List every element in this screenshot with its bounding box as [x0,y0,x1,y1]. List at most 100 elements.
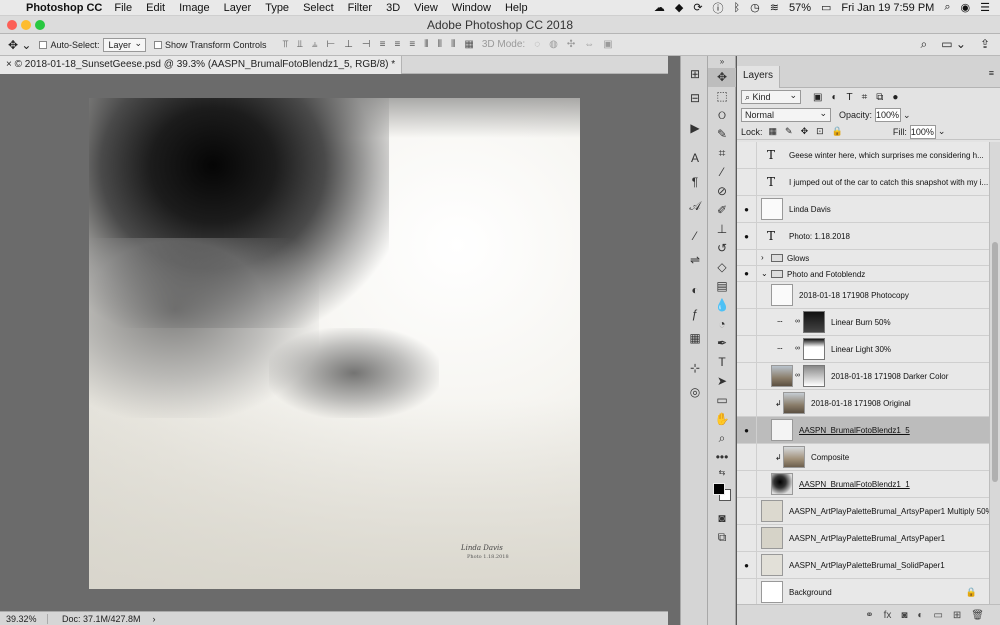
time-machine-icon[interactable]: ◷ [750,1,760,14]
tools-collapse-icon[interactable]: » [708,56,736,68]
history-brush-tool[interactable]: ↺ [708,239,736,258]
layer-row[interactable]: ⵈ ∞ Linear Light 30% [737,336,989,363]
siri-icon[interactable]: ◉ [961,1,971,14]
3d-orbit-icon[interactable]: ◌ [534,39,540,50]
pen-tool[interactable]: ✒ [708,334,736,353]
brush-tool[interactable]: ✐ [708,201,736,220]
distribute-left-icon[interactable]: ⦀ [424,39,428,50]
new-group-icon[interactable]: ▭ [933,610,942,621]
eye-icon[interactable]: ● [737,417,757,444]
layer-row[interactable]: AASPN_ArtPlayPaletteBrumal_ArtsyPaper1 M… [737,498,993,525]
lasso-tool[interactable]: ଠ [708,106,736,125]
link-icon[interactable]: ∞ [795,372,800,379]
crop-tool[interactable]: ⌗ [708,144,736,163]
move-tool[interactable]: ✥ [708,68,736,87]
opacity-dropdown-icon[interactable]: ⌄ [903,110,911,121]
layer-row[interactable]: ⵈ ∞ Linear Burn 50% [737,309,989,336]
distribute-top-icon[interactable]: ≡ [380,39,386,50]
fill-field[interactable]: 100% [909,124,936,139]
menu-window[interactable]: Window [452,2,491,14]
align-top-icon[interactable]: ⫪ [283,39,289,50]
menu-view[interactable]: View [414,2,438,14]
battery-percent[interactable]: 57% [789,2,811,14]
bluetooth-icon[interactable]: ᛒ [734,2,741,14]
sync-icon[interactable]: ⟳ [693,1,702,14]
3d-slide-icon[interactable]: ⇔ [584,39,594,50]
menu-help[interactable]: Help [505,2,528,14]
menu-filter[interactable]: Filter [348,2,372,14]
show-transform-controls[interactable]: Show Transform Controls [154,40,267,50]
path-selection-tool[interactable]: ➤ [708,372,736,391]
layers-scrollbar[interactable] [989,142,1000,604]
menu-image[interactable]: Image [179,2,210,14]
pixel-filter-icon[interactable]: ▣ [813,92,822,103]
layer-row[interactable]: T Geese winter here, which surprises me … [737,142,989,169]
marquee-tool[interactable]: ⬚ [708,87,736,106]
zoom-field[interactable]: 39.32% [0,613,48,624]
lock-all-icon[interactable]: 🔒 [832,126,843,137]
gradient-tool[interactable]: ▤ [708,277,736,296]
auto-select-dropdown[interactable]: Layer [103,37,146,52]
visibility-toggle[interactable] [737,169,757,196]
character-panel-icon[interactable]: A [681,146,709,170]
menu-type[interactable]: Type [265,2,289,14]
layer-group-row[interactable]: ● ⌄ Photo and Fotoblendz [737,266,989,282]
align-right-icon[interactable]: ⊣ [362,39,371,50]
quick-selection-tool[interactable]: ✎ [708,125,736,144]
panel-menu-icon[interactable]: ≡ [989,68,994,78]
layer-row[interactable]: ● T Photo: 1.18.2018 [737,223,989,250]
menu-edit[interactable]: Edit [146,2,165,14]
adjustments-panel-icon[interactable]: ⇌ [681,248,709,272]
layer-row[interactable]: ● Linda Davis [737,196,989,223]
eye-icon[interactable]: ● [737,552,757,579]
opacity-field[interactable]: 100% [875,108,902,122]
glyphs-panel-icon[interactable]: 𝒜 [681,194,709,218]
auto-align-icon[interactable]: ▦ [464,39,473,50]
share-icon[interactable]: ⇪ [980,37,990,52]
layer-row[interactable]: Background 🔒 [737,579,989,606]
dropbox-icon[interactable]: ◆ [675,1,683,14]
distribute-vcenter-icon[interactable]: ≡ [394,39,400,50]
paths-panel-icon[interactable]: ⊹ [681,356,709,380]
fill-dropdown-icon[interactable]: ⌄ [938,126,946,137]
eye-icon[interactable]: ● [737,223,757,250]
rectangle-tool[interactable]: ▭ [708,391,736,410]
layer-row[interactable]: ↲ 2018-01-18 171908 Original [737,390,989,417]
distribute-right-icon[interactable]: ⦀ [451,39,455,50]
clock[interactable]: Fri Jan 19 7:59 PM [841,2,934,14]
actions-panel-icon[interactable]: ▶ [681,116,709,140]
properties-panel-icon[interactable]: ⊟ [681,86,709,110]
filter-toggle-icon[interactable]: ● [892,92,898,103]
layer-row[interactable]: AASPN_BrumalFotoBlendz1_1 [737,471,989,498]
doc-size[interactable]: Doc: 37.1M/427.8M [48,614,141,624]
add-mask-icon[interactable]: ◙ [901,610,907,621]
type-tool[interactable]: T [708,353,736,372]
align-bottom-icon[interactable]: ⫨ [312,39,318,50]
visibility-toggle[interactable] [737,309,757,336]
layer-mask-thumbnail[interactable] [803,311,825,333]
distribute-hcenter-icon[interactable]: ⦀ [438,39,442,50]
align-hcenter-icon[interactable]: ⊥ [344,39,353,50]
visibility-toggle[interactable] [737,250,757,266]
search-icon[interactable]: ⌕ [920,37,927,52]
lock-artboard-icon[interactable]: ⊡ [816,126,824,137]
eye-icon[interactable]: ● [737,266,757,282]
styles-panel-icon[interactable]: ƒ [681,302,709,326]
swap-colors-icon[interactable]: ⇆ [708,467,736,479]
healing-brush-tool[interactable]: ⊘ [708,182,736,201]
move-tool-preset-icon[interactable]: ✥ ⌄ [8,38,31,52]
color-panel-icon[interactable]: ◐ [681,278,709,302]
status-menu-arrow[interactable]: › [153,614,156,624]
foreground-color-swatch[interactable] [713,483,725,495]
close-tab-icon[interactable]: × [6,59,12,70]
new-layer-icon[interactable]: ⊞ [953,610,961,621]
zoom-tool[interactable]: ⌕ [708,429,736,448]
visibility-toggle[interactable] [737,336,757,363]
layer-mask-thumbnail[interactable] [803,365,825,387]
eraser-tool[interactable]: ◇ [708,258,736,277]
layer-row[interactable]: AASPN_ArtPlayPaletteBrumal_ArtsyPaper1 [737,525,989,552]
link-icon[interactable]: ∞ [795,318,800,325]
smart-object-filter-icon[interactable]: ⧉ [876,92,883,103]
auto-select-checkbox[interactable]: Auto-Select: [39,40,99,50]
quick-mask-icon[interactable]: ◙ [708,509,736,528]
